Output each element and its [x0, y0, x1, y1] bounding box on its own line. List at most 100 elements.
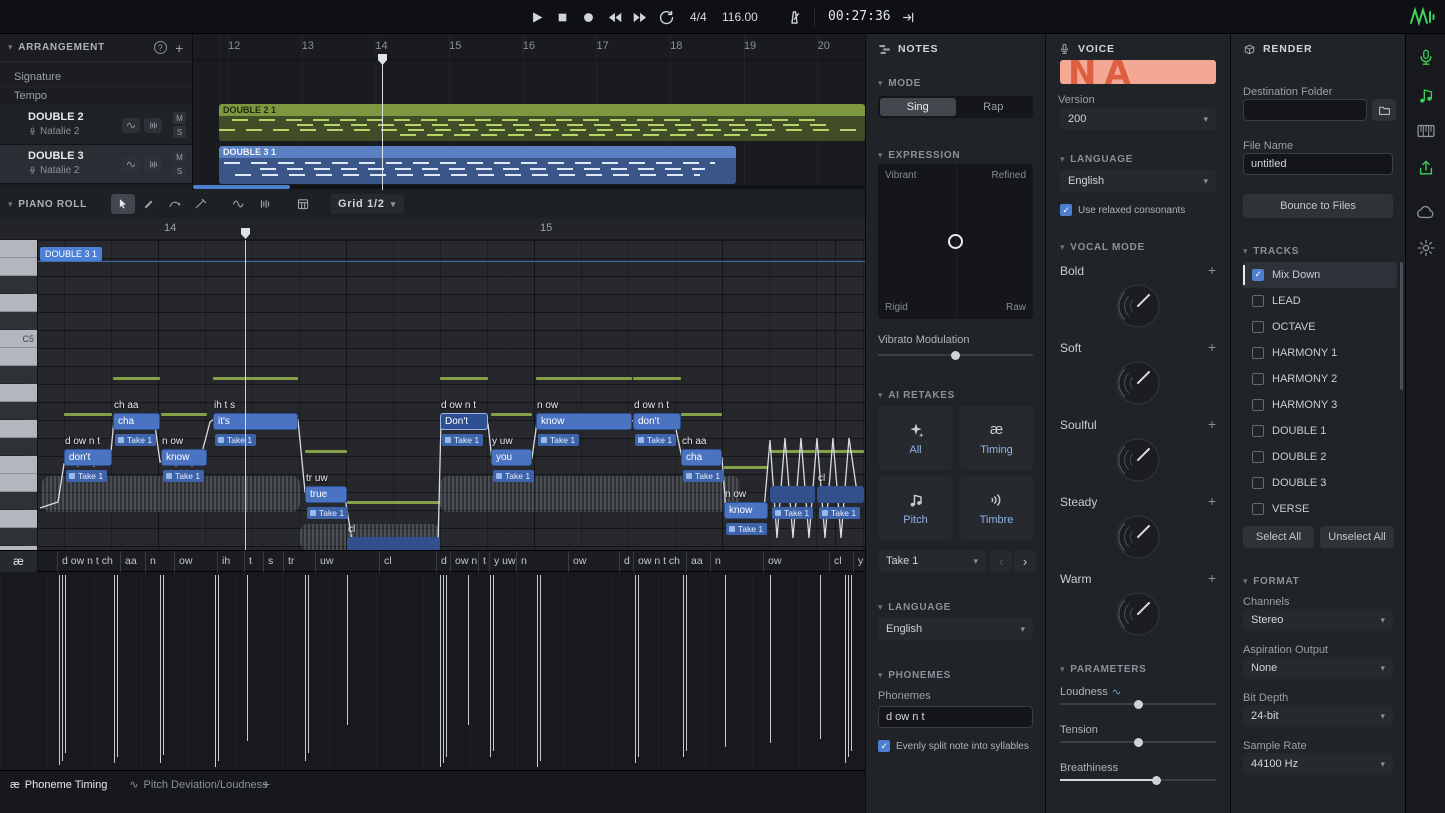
track-checkbox[interactable]: [1252, 477, 1264, 489]
bold-knob[interactable]: [1111, 279, 1165, 333]
arrangement-timeline[interactable]: 121314151617181920 DOUBLE 2 1 DOUBLE 3 1: [193, 34, 865, 190]
take-chip[interactable]: Take 1: [635, 434, 676, 446]
voice-language-select[interactable]: English: [1060, 170, 1216, 192]
track-list-scrollbar[interactable]: [1400, 262, 1403, 522]
warm-knob[interactable]: [1111, 587, 1165, 641]
phoneme-timing-item[interactable]: d: [436, 551, 447, 573]
soft-knob[interactable]: [1111, 356, 1165, 410]
piano-key[interactable]: [0, 312, 26, 330]
tracks-section-header[interactable]: TRACKS: [1243, 246, 1299, 257]
stop-button[interactable]: [550, 5, 574, 29]
select-tool[interactable]: [111, 194, 135, 214]
select-all-button[interactable]: Select All: [1243, 526, 1314, 548]
loudness-slider[interactable]: [1060, 703, 1216, 705]
retake-pitch-button[interactable]: Pitch: [878, 476, 953, 540]
grid-select[interactable]: Grid 1/2: [330, 194, 404, 214]
arrangement-playhead[interactable]: [382, 54, 383, 190]
ai-retakes-section-header[interactable]: AI RETAKES: [878, 390, 955, 401]
track-checkbox[interactable]: [1252, 321, 1264, 333]
collapse-chevron-icon[interactable]: [8, 42, 18, 53]
solo-button[interactable]: S: [173, 126, 186, 138]
piano-key[interactable]: [0, 438, 26, 456]
take-chip[interactable]: Take 1: [819, 507, 860, 519]
track-double-3[interactable]: DOUBLE 3 Natalie 2 MS: [0, 145, 192, 184]
phoneme-timing-item[interactable]: n: [145, 551, 156, 573]
go-to-end-button[interactable]: [896, 5, 920, 29]
piano-key[interactable]: [0, 276, 26, 294]
note[interactable]: clTake 1: [817, 486, 864, 503]
track-checkbox[interactable]: [1252, 269, 1264, 281]
next-take-button[interactable]: ›: [1014, 550, 1036, 572]
track-options-button[interactable]: [144, 118, 162, 133]
playhead-handle[interactable]: [378, 54, 387, 65]
note[interactable]: Take 1: [770, 486, 815, 503]
add-automation-button[interactable]: +: [1208, 262, 1216, 278]
add-track-button[interactable]: [175, 40, 184, 56]
bounce-to-files-button[interactable]: Bounce to Files: [1243, 194, 1393, 218]
tab-pitch-deviation-loudness[interactable]: ∿Pitch Deviation/Loudness: [125, 775, 271, 794]
help-icon[interactable]: [154, 41, 167, 54]
take-chip[interactable]: Take 1: [538, 434, 579, 446]
expression-handle[interactable]: [948, 234, 963, 249]
phoneme-timing-item[interactable]: ih: [217, 551, 230, 573]
time-signature[interactable]: 4/4: [690, 0, 707, 34]
note[interactable]: n owknowTake 1: [161, 449, 207, 466]
previous-take-button[interactable]: ‹: [990, 550, 1012, 572]
piano-key[interactable]: [0, 348, 38, 366]
phonemes-section-header[interactable]: PHONEMES: [878, 670, 951, 681]
steady-knob[interactable]: [1111, 510, 1165, 564]
add-tab-button[interactable]: +: [262, 776, 270, 792]
take-chip[interactable]: Take 1: [442, 434, 483, 446]
take-chip[interactable]: Take 1: [683, 470, 724, 482]
note[interactable]: y uwyouTake 1: [491, 449, 532, 466]
mode-sing[interactable]: Sing: [880, 98, 956, 116]
note[interactable]: clTake 1: [347, 537, 440, 550]
fast-forward-button[interactable]: [628, 5, 652, 29]
piano-key[interactable]: [0, 366, 26, 384]
vibrato-modulation-slider[interactable]: [878, 354, 1033, 356]
piano-key[interactable]: [0, 240, 38, 258]
breathiness-slider[interactable]: [1060, 779, 1216, 781]
format-section-header[interactable]: FORMAT: [1243, 576, 1299, 587]
phoneme-timing-item[interactable]: y uw: [489, 551, 516, 573]
note[interactable]: d ow n tdon'tTake 1: [64, 449, 112, 466]
take-chip[interactable]: Take 1: [163, 470, 204, 482]
piano-key[interactable]: [0, 510, 38, 528]
vocal-mode-section-header[interactable]: VOCAL MODE: [1060, 242, 1145, 253]
piano-key[interactable]: [0, 492, 26, 510]
tension-slider[interactable]: [1060, 741, 1216, 743]
browse-folder-button[interactable]: [1372, 99, 1396, 121]
piano-icon[interactable]: [1414, 119, 1438, 143]
split-syllables-checkbox[interactable]: [878, 740, 890, 752]
vibrato-tool[interactable]: [253, 194, 277, 214]
mute-button[interactable]: M: [173, 151, 186, 163]
track-checkbox[interactable]: [1252, 425, 1264, 437]
take-chip[interactable]: Take 1: [772, 507, 813, 519]
pitch-mode-button[interactable]: [122, 157, 140, 172]
phoneme-timing-item[interactable]: ow: [174, 551, 192, 573]
tempo-display[interactable]: 116.00: [722, 0, 758, 34]
phoneme-timing-item[interactable]: cl: [379, 551, 392, 573]
phoneme-timing-item[interactable]: cl: [829, 551, 842, 573]
phoneme-timing-item[interactable]: ow n: [450, 551, 477, 573]
render-track-double-1[interactable]: DOUBLE 1: [1243, 418, 1397, 444]
piano-key[interactable]: [0, 456, 38, 474]
phoneme-timing-item[interactable]: ow: [763, 551, 781, 573]
phoneme-timing-item[interactable]: ow: [568, 551, 586, 573]
mode-rap[interactable]: Rap: [956, 98, 1032, 116]
track-checkbox[interactable]: [1252, 295, 1264, 307]
take-chip[interactable]: Take 1: [493, 470, 534, 482]
note-language-select[interactable]: English: [878, 618, 1033, 640]
piano-key[interactable]: [0, 384, 38, 402]
phoneme-timing-item[interactable]: n: [516, 551, 527, 573]
sample-rate-select[interactable]: 44100 Hz: [1243, 753, 1393, 775]
take-chip[interactable]: Take 1: [215, 434, 256, 446]
phoneme-timing-item[interactable]: uw: [315, 551, 333, 573]
render-track-lead[interactable]: LEAD: [1243, 288, 1397, 314]
note[interactable]: ch aachaTake 1: [681, 449, 722, 466]
voice-avatar[interactable]: NA: [1060, 60, 1216, 84]
render-track-mix-down[interactable]: Mix Down: [1243, 262, 1397, 288]
track-checkbox[interactable]: [1252, 451, 1264, 463]
curve-tool[interactable]: [163, 194, 187, 214]
metronome-button[interactable]: [782, 5, 806, 29]
